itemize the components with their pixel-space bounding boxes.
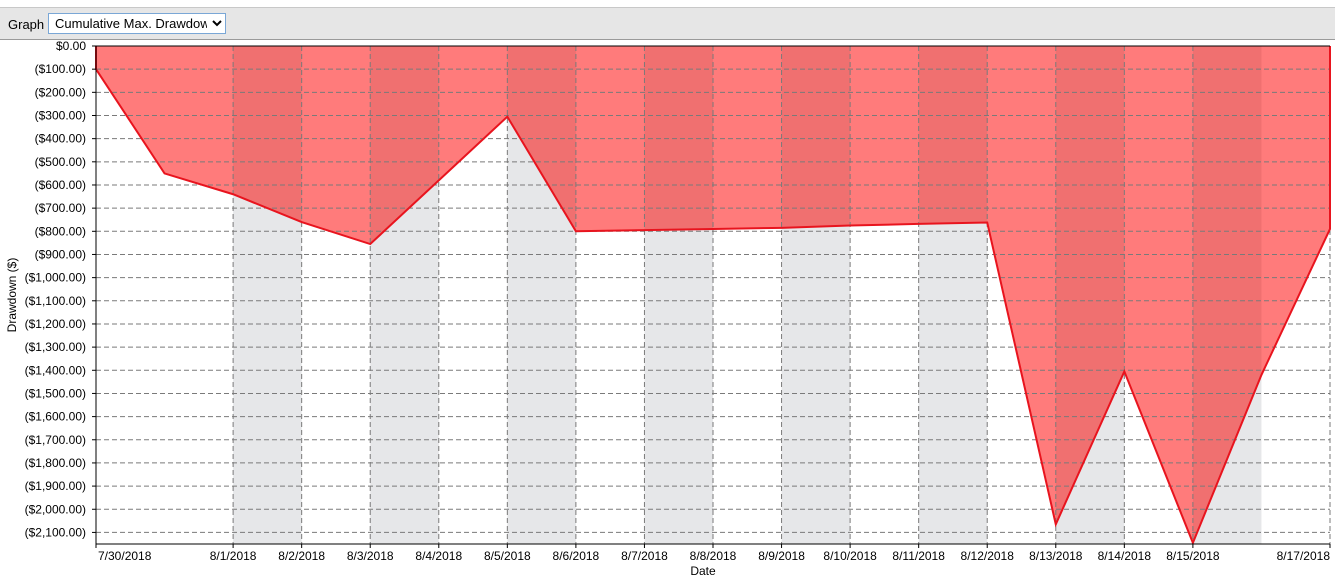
x-tick-labels: 7/30/2018 8/1/2018 8/2/2018 8/3/2018 8/4/201… <box>98 549 1330 563</box>
y-tick-label: ($2,000.00) <box>25 502 86 516</box>
y-tick-label: ($1,300.00) <box>25 340 86 354</box>
y-tick-label: ($400.00) <box>35 132 86 146</box>
y-tick-label: ($800.00) <box>35 224 86 238</box>
y-tick-label: ($2,100.00) <box>25 525 86 539</box>
y-tick-label: ($300.00) <box>35 108 86 122</box>
y-tick-label: ($100.00) <box>35 62 86 76</box>
x-axis-title: Date <box>690 564 716 576</box>
y-tick-label: ($1,600.00) <box>25 410 86 424</box>
x-tick-label: 8/4/2018 <box>415 549 462 563</box>
graph-type-select[interactable]: Cumulative Max. Drawdown <box>48 13 226 34</box>
y-tick-labels: $0.00 ($100.00) ($200.00) ($300.00) ($400.00… <box>25 40 87 539</box>
y-tick-label: $0.00 <box>56 40 86 53</box>
x-tick-label: 8/13/2018 <box>1029 549 1083 563</box>
x-tick-label: 8/12/2018 <box>961 549 1015 563</box>
x-tick-label: 7/30/2018 <box>98 549 152 563</box>
x-tick-label: 8/6/2018 <box>553 549 600 563</box>
y-tick-label: ($900.00) <box>35 247 86 261</box>
x-tick-label: 8/11/2018 <box>892 549 945 563</box>
toolbar: Graph Cumulative Max. Drawdown <box>0 7 1335 40</box>
y-tick-label: ($700.00) <box>35 201 86 215</box>
graph-label: Graph <box>8 17 45 32</box>
x-tick-label: 8/5/2018 <box>484 549 531 563</box>
y-tick-label: ($1,400.00) <box>25 363 86 377</box>
x-tick-label: 8/2/2018 <box>278 549 325 563</box>
y-axis-title: Drawdown ($) <box>5 258 19 333</box>
x-tick-label: 8/17/2018 <box>1277 549 1331 563</box>
y-tick-label: ($1,800.00) <box>25 456 86 470</box>
x-tick-label: 8/10/2018 <box>823 549 877 563</box>
y-tick-label: ($500.00) <box>35 155 86 169</box>
x-tick-label: 8/1/2018 <box>210 549 257 563</box>
y-tick-label: ($1,100.00) <box>25 294 86 308</box>
x-tick-label: 8/3/2018 <box>347 549 394 563</box>
drawdown-chart: $0.00 ($100.00) ($200.00) ($300.00) ($400.00… <box>5 40 1331 576</box>
x-tick-label: 8/7/2018 <box>621 549 668 563</box>
y-tick-label: ($200.00) <box>35 85 86 99</box>
y-tick-label: ($1,700.00) <box>25 433 86 447</box>
y-tick-label: ($1,500.00) <box>25 386 86 400</box>
y-tick-label: ($1,000.00) <box>25 271 86 285</box>
x-tick-label: 8/8/2018 <box>690 549 737 563</box>
y-tick-label: ($1,900.00) <box>25 479 86 493</box>
x-tick-label: 8/14/2018 <box>1098 549 1152 563</box>
x-tick-label: 8/15/2018 <box>1166 549 1220 563</box>
y-tick-label: ($1,200.00) <box>25 317 86 331</box>
x-tick-label: 8/9/2018 <box>758 549 805 563</box>
y-tick-label: ($600.00) <box>35 178 86 192</box>
